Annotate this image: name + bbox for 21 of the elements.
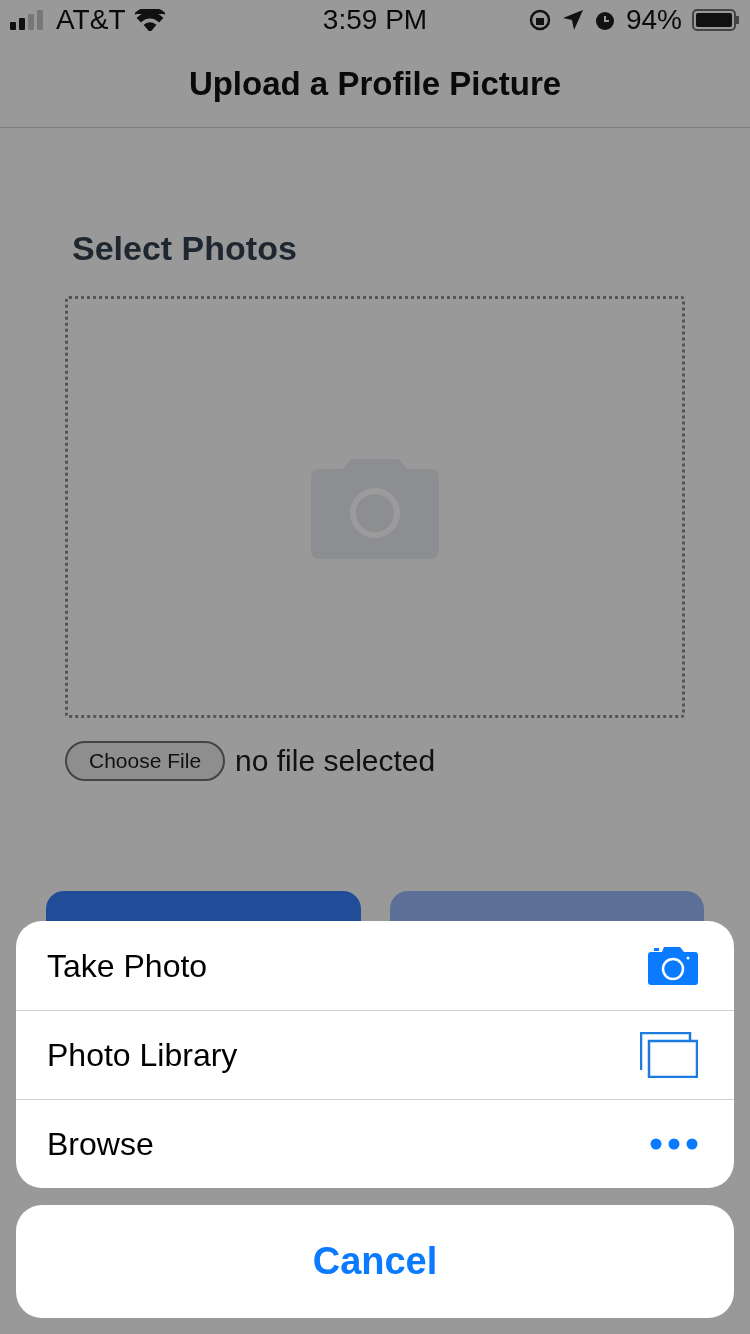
battery-icon <box>692 9 740 31</box>
wifi-icon <box>135 9 166 31</box>
action-sheet-item[interactable]: Take Photo <box>16 921 734 1010</box>
file-status-text: no file selected <box>235 743 436 779</box>
section-heading: Select Photos <box>71 228 298 268</box>
time-text: 3:59 PM <box>322 3 428 37</box>
photo-library-icon <box>640 1032 698 1078</box>
carrier-text: AT&T <box>56 3 126 37</box>
alarm-icon <box>593 9 616 31</box>
location-icon <box>561 9 584 31</box>
action-sheet-item[interactable]: Photo Library <box>16 1010 734 1099</box>
more-icon <box>650 1138 698 1150</box>
choose-file-button[interactable]: Choose File <box>65 740 226 781</box>
cancel-button[interactable]: Cancel <box>16 1205 734 1318</box>
action-sheet-item[interactable]: Browse <box>16 1099 734 1188</box>
battery-text: 94% <box>625 3 682 37</box>
nav-title: Upload a Profile Picture <box>188 63 562 104</box>
photo-drop-area[interactable] <box>65 296 685 718</box>
signal-icon <box>10 10 46 30</box>
camera-icon <box>648 946 698 985</box>
rotation-lock-icon <box>527 8 552 32</box>
